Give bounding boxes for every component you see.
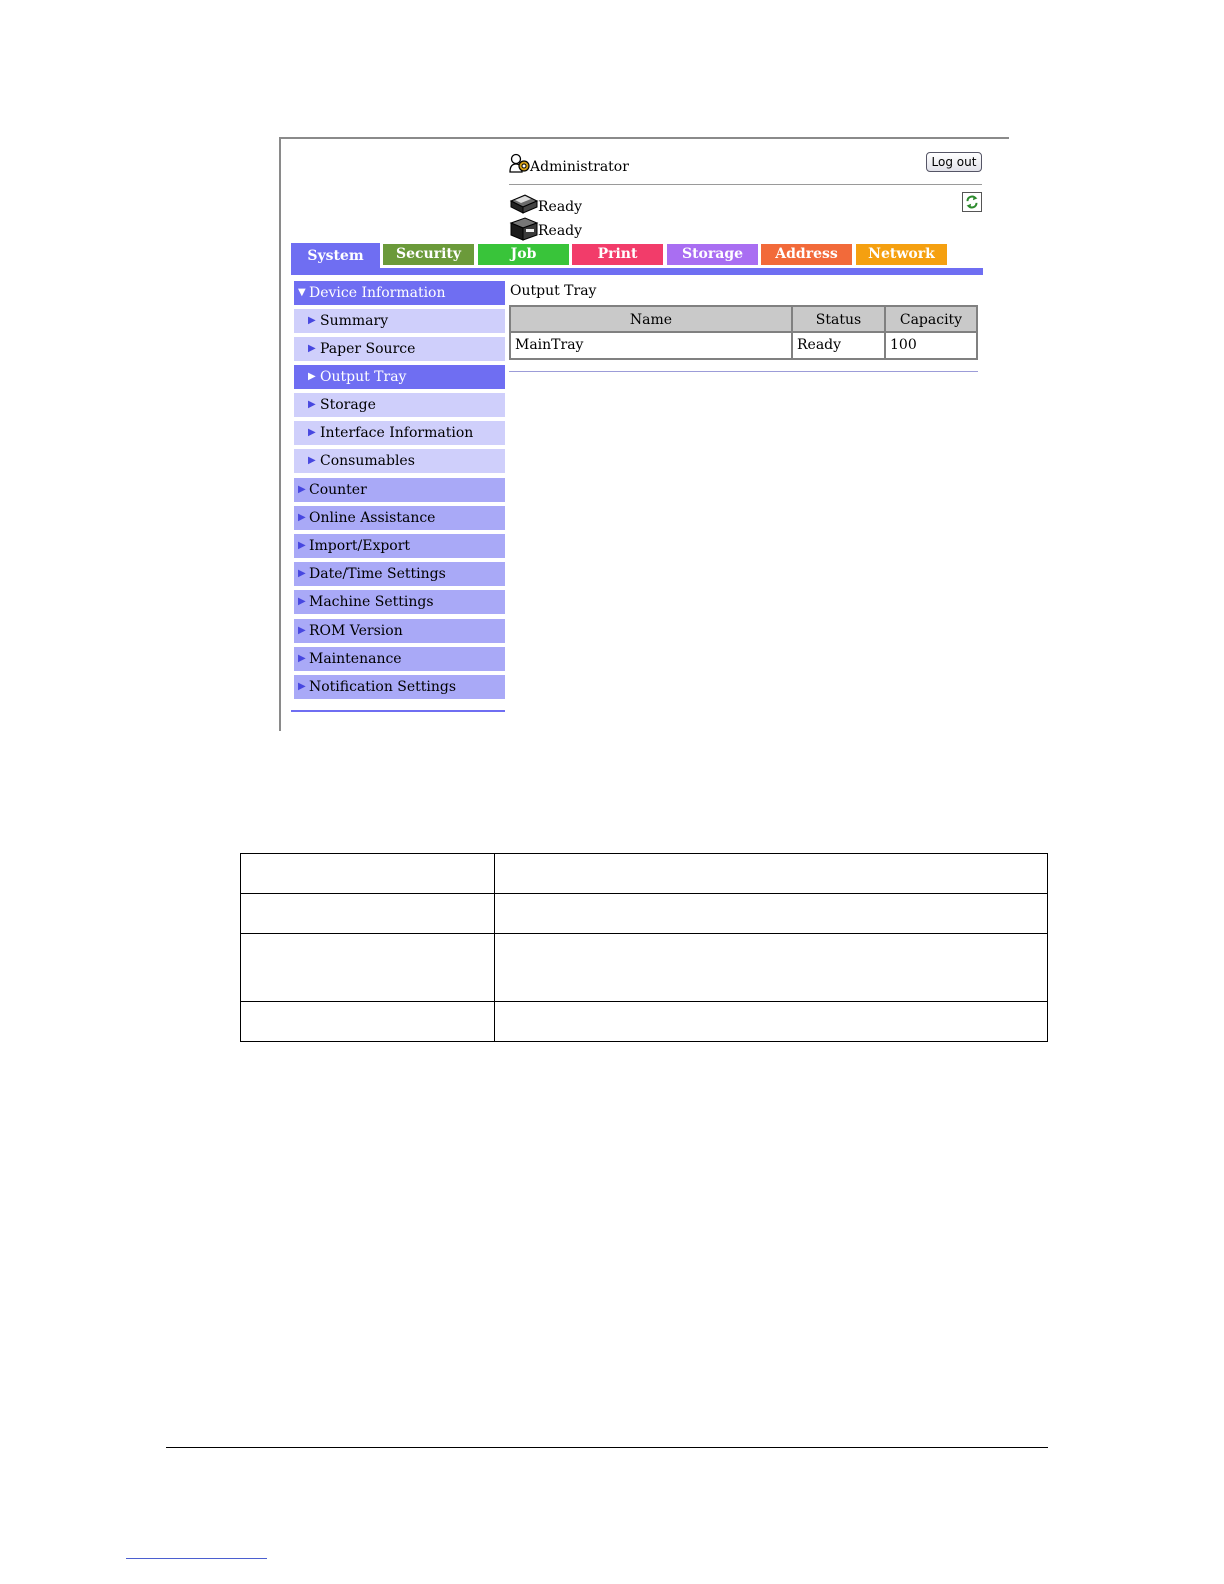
description-table	[240, 853, 1048, 1042]
sidebar-item-device-information[interactable]: ▼ Device Information	[294, 281, 505, 305]
sidebar-item-counter[interactable]: ▶ Counter	[294, 478, 505, 502]
sidebar-item-paper-source[interactable]: ▶ Paper Source	[294, 337, 505, 361]
page-title: Output Tray	[510, 283, 597, 299]
sidebar-item-output-tray[interactable]: ▶ Output Tray	[294, 365, 505, 389]
tab-storage[interactable]: Storage	[667, 244, 758, 265]
column-header-name: Name	[511, 307, 793, 333]
sidebar-item-summary[interactable]: ▶ Summary	[294, 309, 505, 333]
chevron-right-icon: ▶	[308, 455, 316, 466]
tab-network[interactable]: Network	[856, 244, 947, 265]
sidebar-item-consumables[interactable]: ▶ Consumables	[294, 449, 505, 473]
chevron-right-icon: ▶	[308, 399, 316, 410]
output-tray-table: Name Status Capacity MainTray Ready 100	[509, 305, 978, 360]
table-row-divider	[241, 1001, 1047, 1002]
logout-button[interactable]: Log out	[926, 152, 982, 172]
sidebar-item-machine-settings[interactable]: ▶ Machine Settings	[294, 590, 505, 614]
scanner-icon	[509, 217, 539, 241]
sidebar-item-date-time-settings[interactable]: ▶ Date/Time Settings	[294, 562, 505, 586]
chevron-right-icon: ▶	[298, 484, 306, 495]
sidebar-item-online-assistance[interactable]: ▶ Online Assistance	[294, 506, 505, 530]
chevron-right-icon: ▶	[298, 596, 306, 607]
column-header-capacity: Capacity	[886, 307, 976, 333]
table-cell-name: MainTray	[511, 333, 793, 358]
chevron-right-icon: ▶	[298, 568, 306, 579]
user-bar: Administrator Log out	[509, 152, 982, 185]
scanner-status-label: Ready	[538, 223, 583, 239]
chevron-right-icon: ▶	[298, 653, 306, 664]
chevron-right-icon: ▶	[298, 681, 306, 692]
printer-status-label: Ready	[538, 199, 583, 215]
tab-address[interactable]: Address	[761, 244, 852, 265]
sidebar-item-rom-version[interactable]: ▶ ROM Version	[294, 619, 505, 643]
sidebar-divider	[291, 710, 505, 712]
tab-job[interactable]: Job	[478, 244, 569, 265]
printer-icon	[509, 194, 539, 214]
sidebar-item-maintenance[interactable]: ▶ Maintenance	[294, 647, 505, 671]
refresh-icon[interactable]	[962, 192, 982, 212]
tab-security[interactable]: Security	[383, 244, 474, 265]
content-divider	[509, 371, 978, 372]
chevron-right-icon: ▶	[308, 371, 316, 382]
chevron-right-icon: ▶	[308, 427, 316, 438]
sidebar-item-notification-settings[interactable]: ▶ Notification Settings	[294, 675, 505, 699]
table-row-divider	[241, 893, 1047, 894]
chevron-right-icon: ▶	[308, 315, 316, 326]
chevron-down-icon: ▼	[298, 287, 306, 298]
column-header-status: Status	[793, 307, 886, 333]
printer-status: Ready	[509, 193, 629, 217]
sidebar-item-storage[interactable]: ▶ Storage	[294, 393, 505, 417]
footer-divider	[166, 1447, 1048, 1448]
tab-system[interactable]: System	[291, 243, 380, 274]
user-name: Administrator	[530, 159, 629, 175]
table-row-divider	[241, 933, 1047, 934]
footer-link-underline	[126, 1558, 267, 1559]
scanner-status: Ready	[509, 217, 629, 241]
sidebar-item-interface-information[interactable]: ▶ Interface Information	[294, 421, 505, 445]
chevron-right-icon: ▶	[298, 512, 306, 523]
tab-print[interactable]: Print	[572, 244, 663, 265]
table-column-divider	[494, 854, 495, 1041]
chevron-right-icon: ▶	[298, 625, 306, 636]
chevron-right-icon: ▶	[308, 343, 316, 354]
table-cell-capacity: 100	[890, 337, 917, 353]
main-tabs: System Security Job Print Storage Addres…	[291, 243, 983, 275]
administrator-icon	[509, 153, 530, 173]
sidebar-item-import-export[interactable]: ▶ Import/Export	[294, 534, 505, 558]
table-cell-status: Ready	[793, 333, 886, 358]
chevron-right-icon: ▶	[298, 540, 306, 551]
